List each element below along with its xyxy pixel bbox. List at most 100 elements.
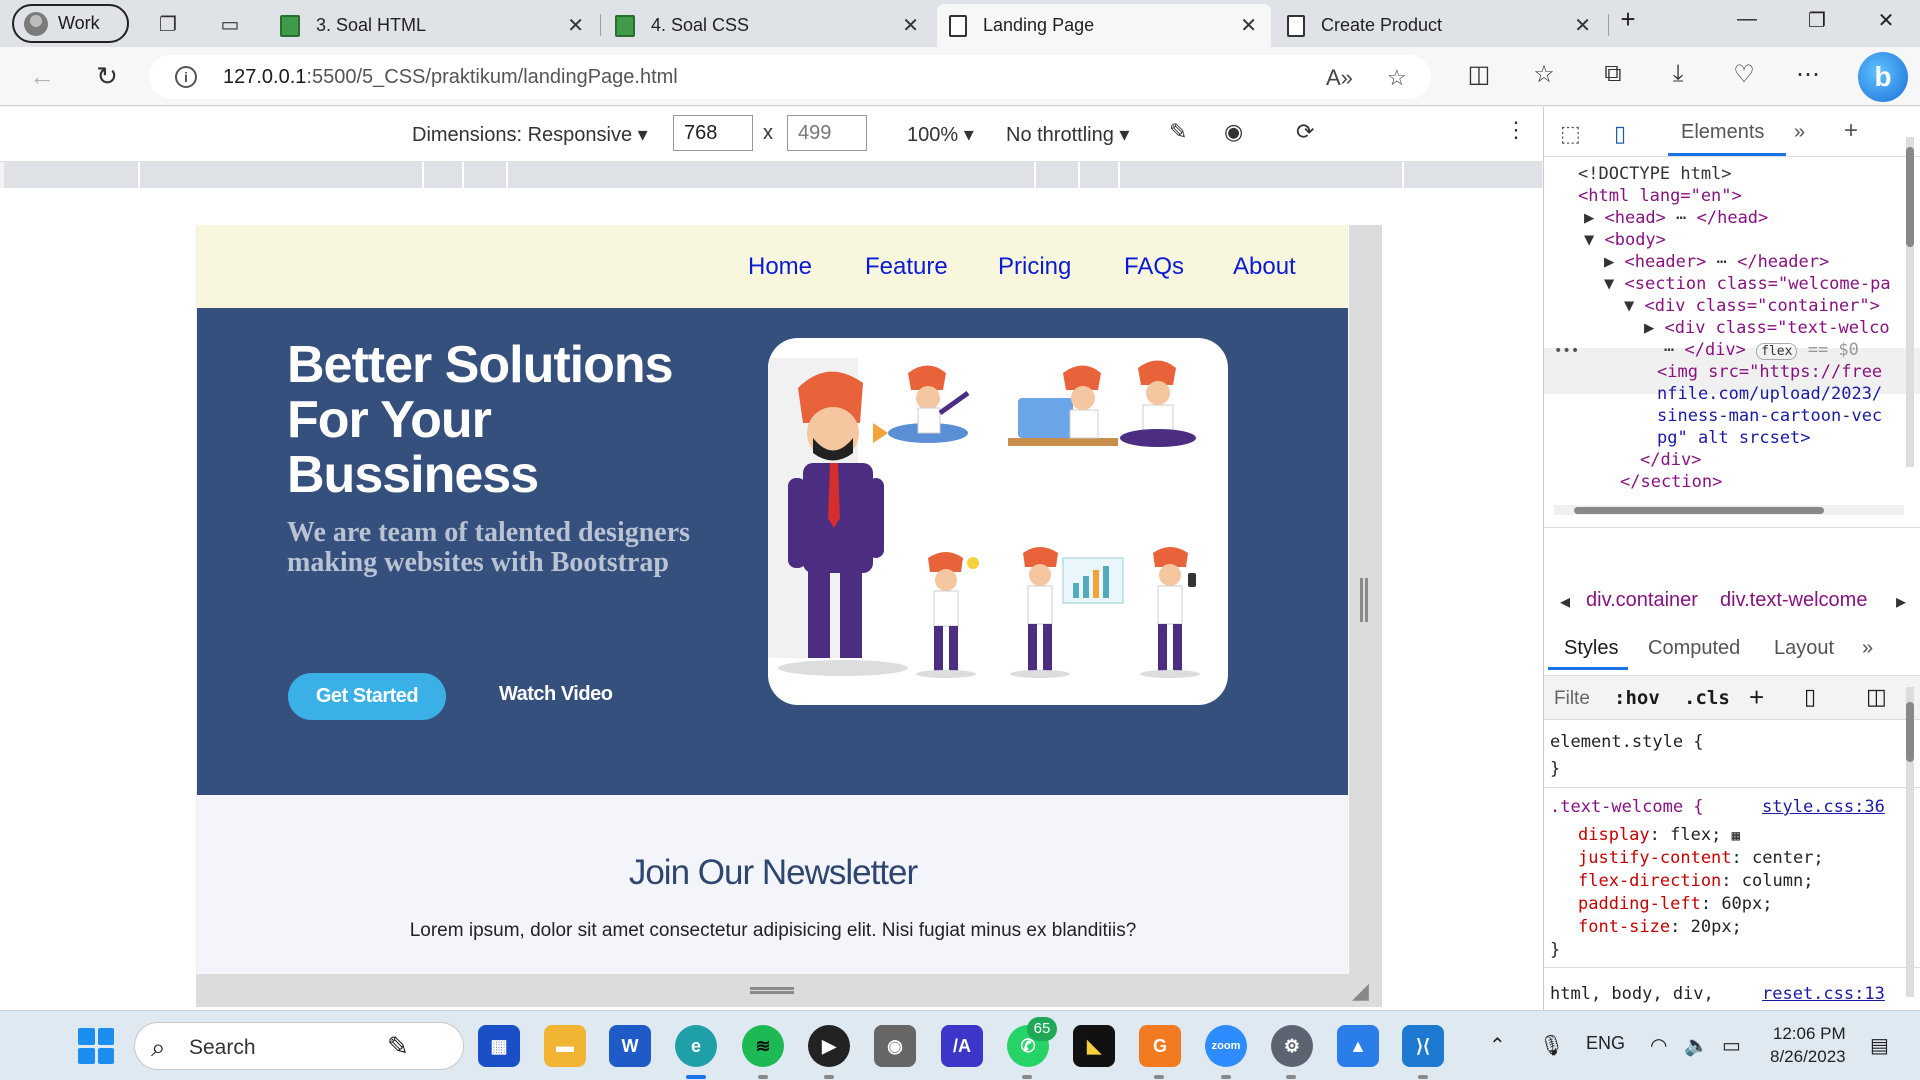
battery-icon[interactable]: ▭ bbox=[1722, 1033, 1741, 1058]
add-tab-icon[interactable]: + bbox=[1844, 117, 1858, 145]
split-screen-icon[interactable]: ◫ bbox=[1462, 60, 1496, 89]
spotify-icon[interactable]: ≋ bbox=[742, 1025, 784, 1067]
device-more-icon[interactable]: ⋮ bbox=[1505, 117, 1527, 143]
dom-vscroll-thumb[interactable] bbox=[1906, 147, 1914, 247]
filter-input[interactable]: Filte bbox=[1554, 688, 1590, 710]
watch-video-button[interactable]: Watch Video bbox=[499, 683, 613, 706]
dom-line[interactable]: ⋯ </div> flex == $0 bbox=[1664, 340, 1859, 360]
close-icon[interactable]: ✕ bbox=[1240, 13, 1257, 38]
dimensions-dropdown[interactable]: Dimensions: Responsive ▾ bbox=[412, 122, 648, 147]
dom-line[interactable]: nfile.com/upload/2023/ bbox=[1657, 384, 1882, 404]
new-tab-icon[interactable]: + bbox=[1608, 4, 1648, 35]
breadcrumb-container[interactable]: div.container bbox=[1586, 589, 1698, 612]
vision-icon[interactable]: ◉ bbox=[1224, 119, 1243, 145]
hov-button[interactable]: :hov bbox=[1614, 687, 1660, 709]
nav-faqs[interactable]: FAQs bbox=[1124, 253, 1184, 281]
notification-icon[interactable]: ▤ bbox=[1870, 1033, 1889, 1058]
dom-line[interactable]: ▶ <div class="text-welco bbox=[1644, 318, 1890, 338]
file-explorer-icon[interactable]: ▬ bbox=[544, 1025, 586, 1067]
new-rule-icon[interactable]: + bbox=[1749, 682, 1764, 713]
paint-icon[interactable]: ▯ bbox=[1804, 684, 1816, 710]
zoom-icon[interactable]: zoom bbox=[1205, 1025, 1247, 1067]
close-icon[interactable]: ✕ bbox=[902, 13, 919, 38]
read-aloud-icon[interactable]: A» bbox=[1326, 65, 1353, 91]
dom-line[interactable]: ▼ <div class="container"> bbox=[1624, 296, 1880, 316]
dom-line[interactable]: </div> bbox=[1640, 450, 1701, 470]
sensors-icon[interactable]: ✎ bbox=[1169, 119, 1187, 145]
css-prop[interactable]: font-size: 20px; bbox=[1578, 917, 1742, 937]
dom-line[interactable]: </section> bbox=[1620, 472, 1722, 492]
minimize-icon[interactable]: — bbox=[1727, 8, 1767, 31]
volume-icon[interactable]: 🔈 bbox=[1684, 1033, 1709, 1058]
microphone-icon[interactable]: 🎙 bbox=[1539, 1033, 1564, 1058]
more-menu-icon[interactable]: ⋯ bbox=[1791, 60, 1825, 89]
tab-elements[interactable]: Elements bbox=[1681, 121, 1764, 144]
get-started-button[interactable]: Get Started bbox=[288, 673, 446, 720]
vscode-icon[interactable]: ⟩⟨ bbox=[1402, 1025, 1444, 1067]
photos-icon[interactable]: ▲ bbox=[1337, 1025, 1379, 1067]
tab-soal-html[interactable]: 3. Soal HTML ✕ bbox=[268, 4, 598, 47]
back-icon[interactable]: ← bbox=[24, 61, 60, 92]
dom-line[interactable]: ▼ <body> bbox=[1584, 230, 1666, 250]
language-indicator[interactable]: ENG bbox=[1586, 1033, 1625, 1054]
dom-line[interactable]: siness-man-cartoon-vec bbox=[1657, 406, 1882, 426]
tab-computed[interactable]: Computed bbox=[1648, 637, 1740, 660]
device-toggle-icon[interactable]: ▯ bbox=[1614, 121, 1626, 147]
vpn-app-icon[interactable]: /A bbox=[941, 1025, 983, 1067]
width-input[interactable]: 768 bbox=[673, 115, 753, 151]
nav-feature[interactable]: Feature bbox=[865, 253, 948, 281]
collections-icon[interactable]: ⧉ bbox=[1596, 60, 1630, 88]
resize-handle-bottom[interactable] bbox=[750, 987, 794, 994]
sidebar-toggle-icon[interactable]: ◫ bbox=[1866, 684, 1887, 710]
favorite-star-icon[interactable]: ☆ bbox=[1387, 65, 1407, 91]
dom-line[interactable]: pg" alt srcset> bbox=[1657, 428, 1811, 448]
css-prop[interactable]: padding-left: 60px; bbox=[1578, 894, 1773, 914]
restore-icon[interactable]: ❐ bbox=[1797, 8, 1837, 33]
address-bar[interactable]: i 127.0.0.1:5500/5_CSS/praktikum/landing… bbox=[149, 55, 1431, 99]
nav-home[interactable]: Home bbox=[748, 253, 812, 281]
pdf-app-icon[interactable]: G bbox=[1139, 1025, 1181, 1067]
info-icon[interactable]: i bbox=[175, 66, 197, 88]
favorites-icon[interactable]: ☆ bbox=[1527, 60, 1561, 89]
throttle-dropdown[interactable]: No throttling ▾ bbox=[1006, 122, 1129, 147]
tab-layout[interactable]: Layout bbox=[1774, 637, 1834, 660]
dom-line[interactable]: <img src="https://free bbox=[1657, 362, 1882, 382]
widgets-app-icon[interactable]: ▦ bbox=[478, 1025, 520, 1067]
close-window-icon[interactable]: ✕ bbox=[1866, 8, 1906, 33]
sticky-notes-icon[interactable]: ◣ bbox=[1073, 1025, 1115, 1067]
inspect-icon[interactable]: ⬚ bbox=[1560, 121, 1581, 147]
dom-line[interactable]: <html lang="en"> bbox=[1578, 186, 1742, 206]
height-input[interactable]: 499 bbox=[787, 115, 867, 151]
edge-icon[interactable]: e bbox=[675, 1025, 717, 1067]
browser-essentials-icon[interactable]: ♡ bbox=[1727, 60, 1761, 89]
tab-actions-icon[interactable]: ▭ bbox=[216, 10, 244, 38]
refresh-icon[interactable]: ↻ bbox=[89, 61, 125, 92]
word-icon[interactable]: W bbox=[609, 1025, 651, 1067]
profile-button[interactable]: Work bbox=[12, 4, 129, 43]
tray-overflow-icon[interactable]: ⌃ bbox=[1489, 1033, 1506, 1058]
tab-styles[interactable]: Styles bbox=[1564, 637, 1618, 660]
dom-line[interactable]: ▶ <header> ⋯ </header> bbox=[1604, 252, 1829, 272]
dom-line[interactable]: ▶ <head> ⋯ </head> bbox=[1584, 208, 1768, 228]
camera-icon[interactable]: ◉ bbox=[874, 1025, 916, 1067]
taskbar-search[interactable]: ⌕ Search ✎ bbox=[134, 1022, 464, 1070]
download-icon[interactable]: ⤓ bbox=[1661, 60, 1695, 88]
tab-landing-page[interactable]: Landing Page ✕ bbox=[937, 4, 1271, 47]
rotate-icon[interactable]: ⟳ bbox=[1296, 119, 1314, 145]
tab-soal-css[interactable]: 4. Soal CSS ✕ bbox=[603, 4, 933, 47]
more-styles-tabs-icon[interactable]: » bbox=[1862, 637, 1873, 660]
nav-pricing[interactable]: Pricing bbox=[998, 253, 1071, 281]
dom-hscroll-thumb[interactable] bbox=[1574, 507, 1824, 514]
cls-button[interactable]: .cls bbox=[1684, 687, 1730, 709]
more-tabs-icon[interactable]: » bbox=[1794, 121, 1805, 144]
nav-about[interactable]: About bbox=[1233, 253, 1296, 281]
dom-line[interactable]: <!DOCTYPE html> bbox=[1578, 164, 1732, 184]
dom-line[interactable]: ▼ <section class="welcome-pa bbox=[1604, 274, 1891, 294]
styles-vscroll-thumb[interactable] bbox=[1906, 702, 1914, 762]
close-icon[interactable]: ✕ bbox=[567, 13, 584, 38]
bing-icon[interactable]: b bbox=[1858, 52, 1908, 102]
resize-corner-icon[interactable]: ◢ bbox=[1352, 978, 1369, 1004]
dom-more-icon[interactable]: ••• bbox=[1554, 343, 1579, 359]
breadcrumb-text-welcome[interactable]: div.text-welcome bbox=[1720, 589, 1867, 612]
css-prop[interactable]: display: flex; ▦ bbox=[1578, 825, 1740, 845]
